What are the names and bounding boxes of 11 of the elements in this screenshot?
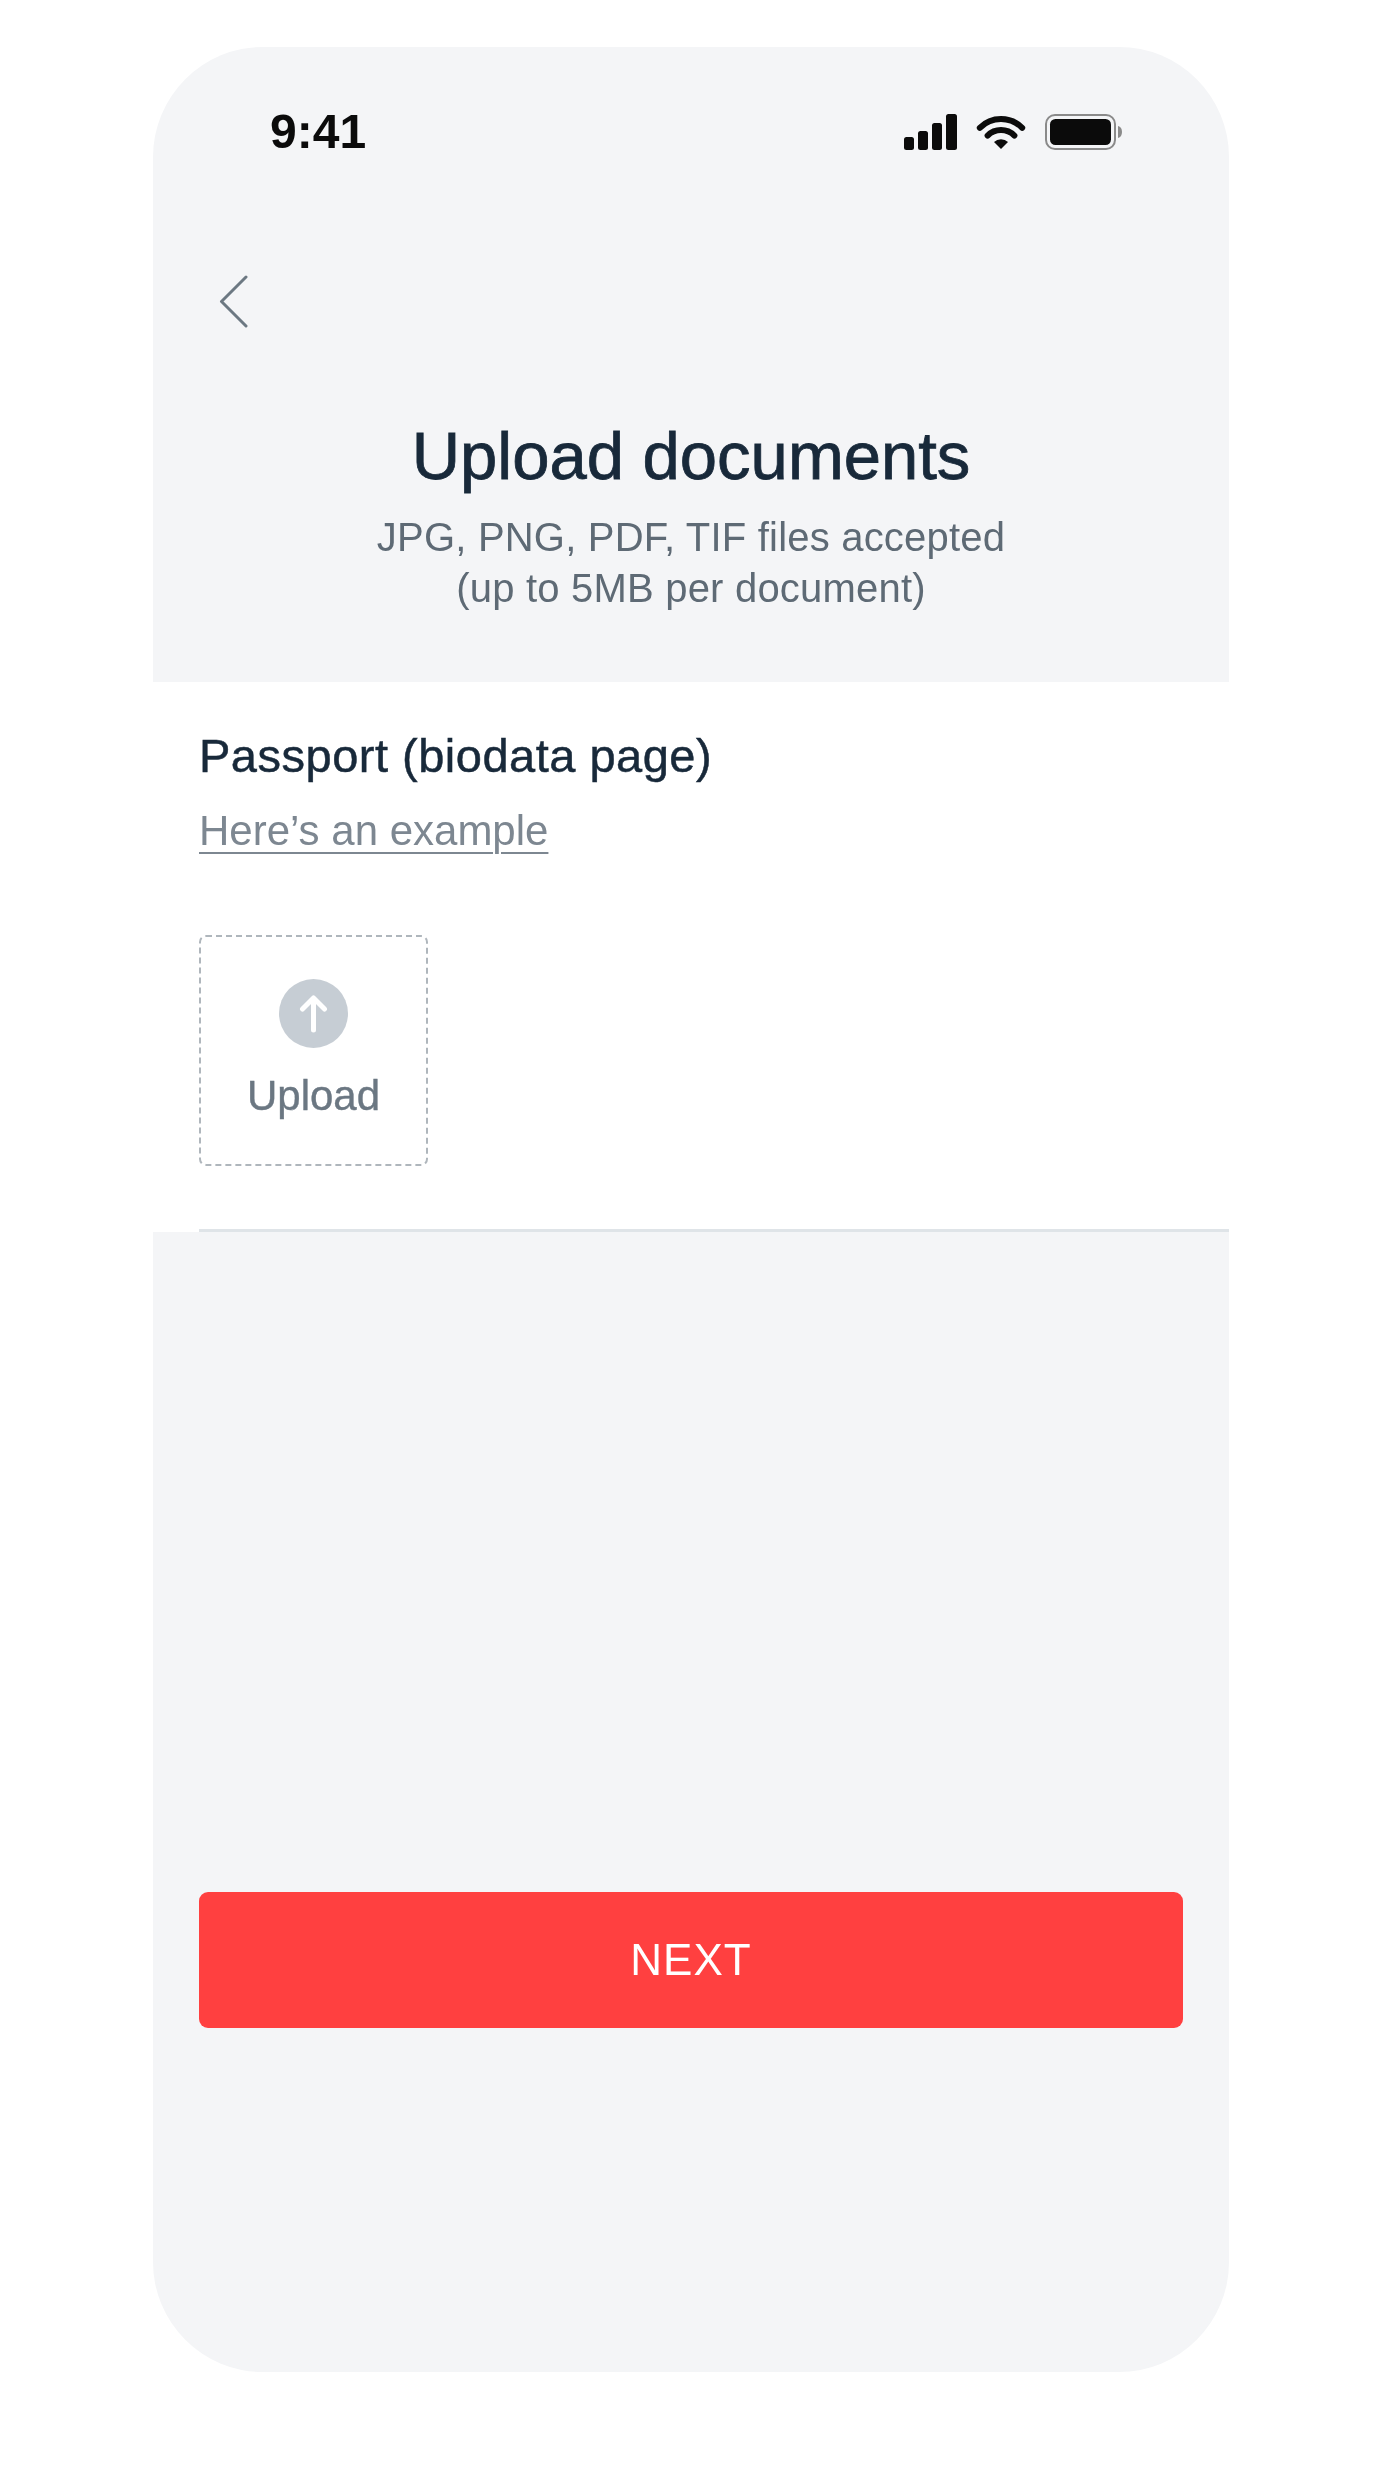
page-title: Upload documents — [411, 419, 971, 493]
page-subtitle: JPG, PNG, PDF, TIF files accepted (up to 5MB per document) — [376, 514, 1006, 612]
battery-icon — [1045, 114, 1122, 150]
wifi-icon — [976, 114, 1026, 150]
signal-icon — [904, 114, 957, 150]
back-icon[interactable] — [219, 275, 248, 328]
upload-button[interactable]: Upload — [199, 935, 428, 1166]
next-button[interactable]: NEXT — [199, 1892, 1183, 2028]
example-link[interactable]: Here’s an example — [199, 806, 549, 856]
document-label: Passport (biodata page) — [199, 730, 713, 782]
status-time: 9:41 — [270, 104, 367, 160]
